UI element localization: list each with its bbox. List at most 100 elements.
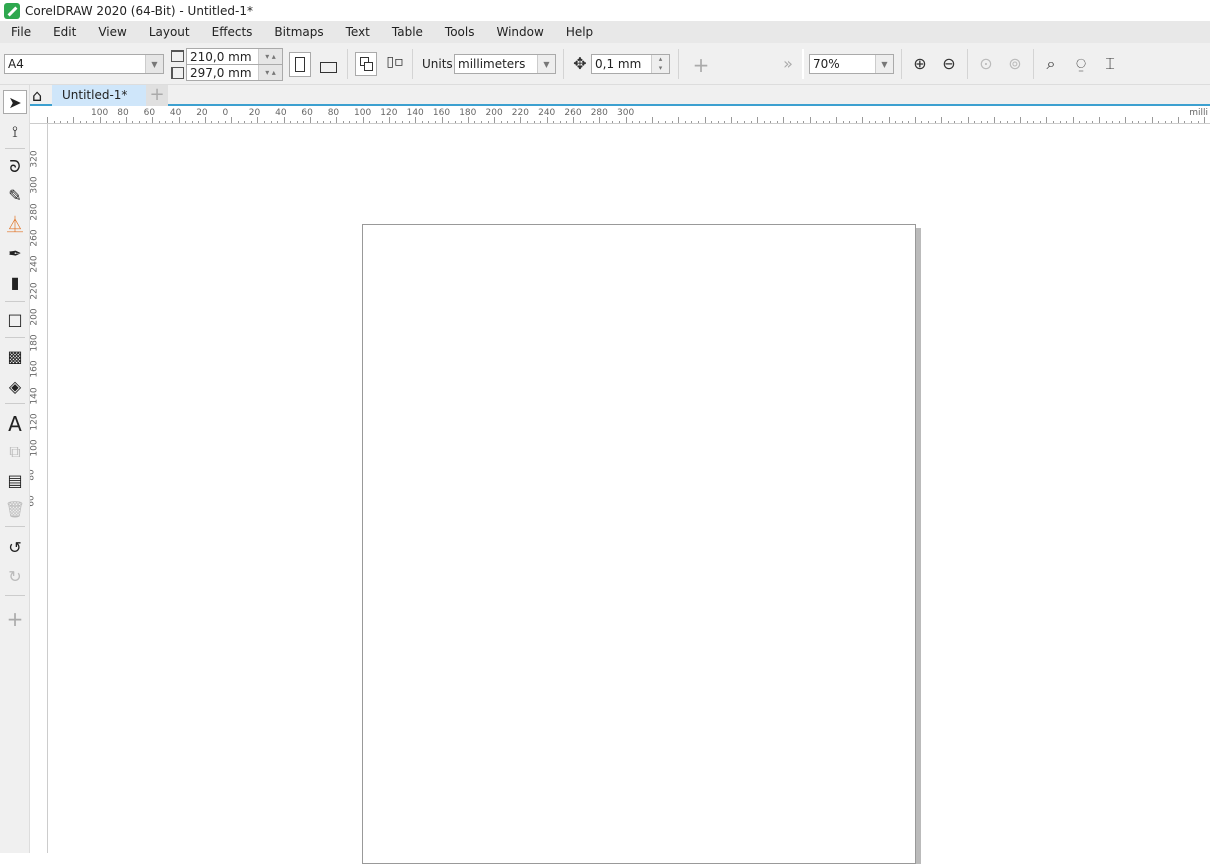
pages-icon <box>364 62 373 71</box>
current-page-icon[interactable]: ▯▫ <box>384 54 406 70</box>
interactive-fill-tool-icon[interactable]: ◈ <box>3 375 27 399</box>
portrait-icon <box>295 57 305 72</box>
separator <box>412 49 413 79</box>
page-height-value: 297,0 mm <box>190 66 252 80</box>
menu-tools[interactable]: Tools <box>445 25 475 39</box>
menu-edit[interactable]: Edit <box>53 25 76 39</box>
spinner[interactable]: ▾ ▴ <box>258 65 282 80</box>
new-tab-button[interactable]: + <box>146 85 168 106</box>
page-height-icon <box>171 67 184 79</box>
separator <box>563 49 564 79</box>
a4-page[interactable] <box>362 224 916 864</box>
nudge-icon: ✥ <box>573 54 587 73</box>
ruler-label: 200 <box>30 308 40 326</box>
pen-tool-icon[interactable]: ✒ <box>3 242 27 266</box>
ruler-label: 60 <box>143 108 156 118</box>
ruler-label: 120 <box>380 108 398 118</box>
tab-label: Untitled-1* <box>62 88 128 102</box>
ruler-label: 20 <box>196 108 208 118</box>
landscape-button[interactable] <box>320 62 337 73</box>
vertical-ruler[interactable]: 320 300 280 260 240 220 200 180 160 140 120 100 80 60 <box>30 124 48 853</box>
delete-icon[interactable]: 🗑 <box>3 498 27 522</box>
zoom-out-icon[interactable]: ⊖ <box>938 54 960 73</box>
page-size-value: A4 <box>8 57 24 71</box>
ruler-label: 200 <box>485 108 503 118</box>
undo-icon[interactable]: ↺ <box>3 536 27 560</box>
all-pages-button[interactable] <box>355 52 377 76</box>
freehand-tool-icon[interactable]: ᘐ <box>3 155 27 179</box>
separator <box>802 49 804 79</box>
property-bar: A4 ▼ 210,0 mm ▾ ▴ 297,0 mm ▾ ▴ ▯▫ Units: mi… <box>0 43 1210 85</box>
artistic-media-tool-icon[interactable]: ✎ <box>3 184 27 208</box>
ruler-label: 140 <box>406 108 424 118</box>
zoom-all-objects-icon[interactable]: ⊚ <box>1004 54 1026 73</box>
pick-tool-icon[interactable]: ➤ <box>3 90 27 114</box>
separator <box>5 403 25 404</box>
ruler-label: 240 <box>538 108 556 118</box>
separator <box>967 49 968 79</box>
shape-tool-icon[interactable]: ⟟ <box>3 120 27 144</box>
units-value: millimeters <box>458 57 526 71</box>
menu-file[interactable]: File <box>11 25 31 39</box>
home-icon[interactable]: ⌂ <box>32 86 42 105</box>
eraser-tool-icon[interactable]: ▮ <box>3 271 27 295</box>
toolbox: ➤ ⟟ ᘐ ✎ ⏅ ✒ ▮ □ ▩ ◈ A ⧉ ▤ 🗑 ↺ ↻ + <box>0 85 30 853</box>
chevron-down-icon: ▼ <box>145 55 163 73</box>
text-tool-icon[interactable]: A <box>3 412 27 436</box>
menu-bar: File Edit View Layout Effects Bitmaps Te… <box>0 21 1210 43</box>
spinner[interactable]: ▾ ▴ <box>258 49 282 64</box>
paste-icon[interactable]: ▤ <box>3 469 27 493</box>
add-tool-icon[interactable]: + <box>3 607 27 631</box>
zoom-in-icon[interactable]: ⊕ <box>909 54 931 73</box>
separator <box>347 49 348 79</box>
spinner[interactable]: ▴ ▾ <box>651 55 669 73</box>
ruler-label: 160 <box>30 360 40 378</box>
drawing-canvas[interactable] <box>49 124 1210 864</box>
ruler-label: 160 <box>432 108 451 118</box>
ruler-label: 320 <box>30 150 40 168</box>
units-select[interactable]: millimeters ▼ <box>454 54 556 74</box>
page-size-select[interactable]: A4 ▼ <box>4 54 164 74</box>
zoom-to-height-icon[interactable]: ⌶ <box>1099 54 1121 74</box>
menu-table[interactable]: Table <box>392 25 423 39</box>
menu-text[interactable]: Text <box>346 25 370 39</box>
ruler-label: 180 <box>459 108 477 118</box>
title-bar: CorelDRAW 2020 (64-Bit) - Untitled-1* <box>0 0 1210 21</box>
document-tab-bar: ⌂ Untitled-1* + <box>30 85 1210 106</box>
ruler-label: 60 <box>30 495 37 507</box>
separator <box>5 595 25 596</box>
redo-icon[interactable]: ↻ <box>3 565 27 589</box>
window-title: CorelDRAW 2020 (64-Bit) - Untitled-1* <box>25 3 253 18</box>
menu-bitmaps[interactable]: Bitmaps <box>274 25 323 39</box>
page-width-input[interactable]: 210,0 mm ▾ ▴ <box>186 48 283 65</box>
zoom-to-page-icon[interactable]: ⌕ <box>1040 54 1062 74</box>
add-preset-icon[interactable]: + <box>690 53 712 77</box>
separator <box>5 526 25 527</box>
page-width-value: 210,0 mm <box>190 50 252 64</box>
portrait-button[interactable] <box>289 52 311 77</box>
horizontal-ruler[interactable]: milli 100 80 60 40 20 0 20 40 60 80 100 120 140 160 18… <box>30 107 1210 124</box>
ruler-label: 0 <box>222 108 229 118</box>
zoom-selected-icon[interactable]: ⊙ <box>975 54 997 73</box>
nudge-input[interactable]: 0,1 mm ▴ ▾ <box>591 54 670 74</box>
copy-properties-icon[interactable]: ⧉ <box>3 440 27 464</box>
symmetry-tool-icon[interactable]: ⏅ <box>3 213 27 237</box>
separator <box>678 49 679 79</box>
menu-view[interactable]: View <box>98 25 126 39</box>
transparency-tool-icon[interactable]: ▩ <box>3 345 27 369</box>
page-height-input[interactable]: 297,0 mm ▾ ▴ <box>186 64 283 81</box>
menu-effects[interactable]: Effects <box>212 25 253 39</box>
rectangle-tool-icon[interactable]: □ <box>3 308 27 332</box>
menu-layout[interactable]: Layout <box>149 25 190 39</box>
ruler-label: 100 <box>30 439 40 457</box>
menu-help[interactable]: Help <box>566 25 593 39</box>
menu-window[interactable]: Window <box>496 25 543 39</box>
units-label: Units: <box>422 57 457 71</box>
ruler-label: 40 <box>169 108 182 118</box>
zoom-to-width-icon[interactable]: ⍜ <box>1070 54 1092 74</box>
ruler-label: 80 <box>117 108 129 118</box>
tab-untitled-1[interactable]: Untitled-1* <box>52 85 146 106</box>
ruler-label: 100 <box>354 108 372 118</box>
more-options-icon[interactable]: » <box>777 54 799 73</box>
zoom-select[interactable]: 70% ▼ <box>809 54 894 74</box>
